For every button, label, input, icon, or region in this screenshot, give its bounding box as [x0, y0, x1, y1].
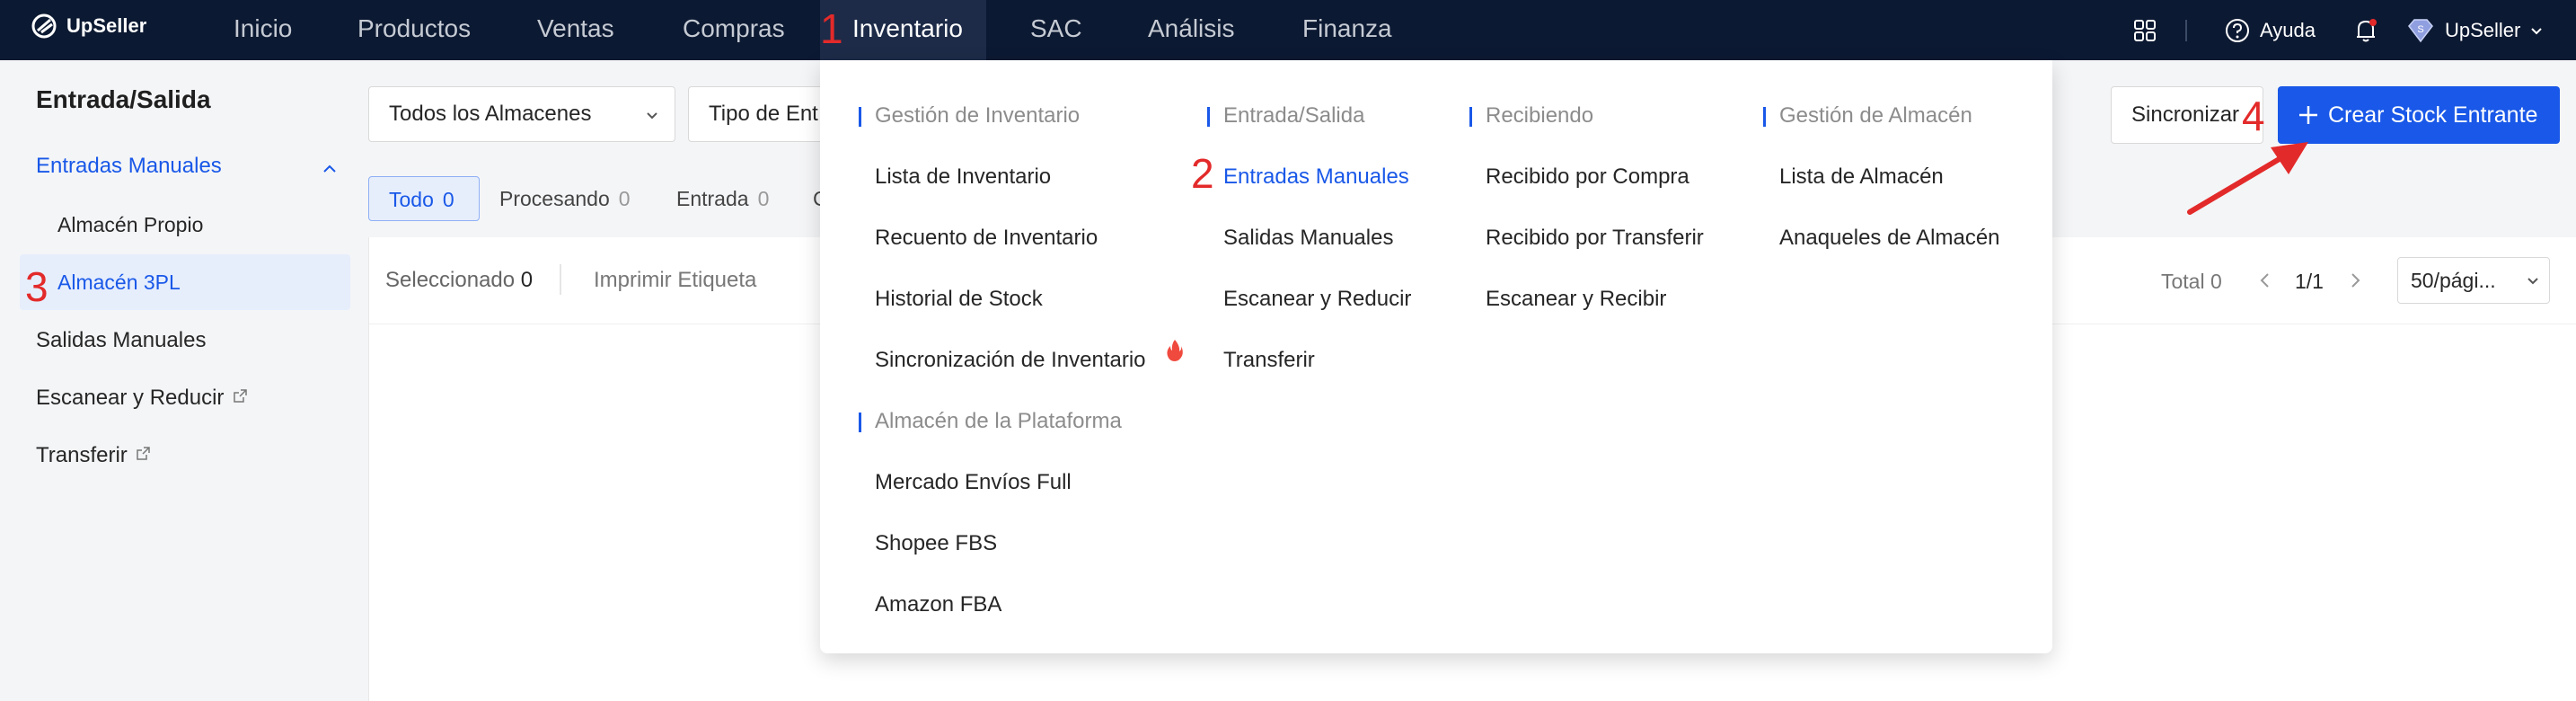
- notifications-button[interactable]: [2353, 0, 2378, 60]
- tab-label: Procesando: [499, 187, 610, 210]
- menu-item-recibido-transferir[interactable]: Recibido por Transferir: [1486, 226, 1704, 251]
- svg-text:S: S: [2417, 24, 2423, 35]
- top-navbar: UpSeller Inicio Productos Ventas Compras…: [0, 0, 2576, 60]
- menu-section-recibiendo: Recibiendo: [1469, 103, 1594, 128]
- tab-label: Todo: [389, 188, 434, 211]
- menu-item-salidas-manuales[interactable]: Salidas Manuales: [1223, 226, 1393, 251]
- inventario-dropdown-menu: Gestión de Inventario Lista de Inventari…: [820, 60, 2052, 653]
- nav-analisis[interactable]: Análisis: [1148, 0, 1234, 60]
- plus-icon: [2299, 106, 2317, 124]
- menu-section-gestion-almacen: Gestión de Almacén: [1763, 103, 1972, 128]
- page-size-value: 50/pági...: [2411, 269, 2496, 292]
- sidebar-title: Entrada/Salida: [36, 85, 211, 113]
- warehouse-select-value: Todos los Almacenes: [389, 102, 592, 126]
- menu-item-lista-inventario[interactable]: Lista de Inventario: [875, 164, 1051, 190]
- upseller-logo-icon: [31, 13, 57, 39]
- warehouse-select[interactable]: Todos los Almacenes: [368, 86, 675, 142]
- hot-flame-icon: [1167, 340, 1183, 361]
- nav-finanza[interactable]: Finanza: [1302, 0, 1392, 60]
- annotation-arrow-icon: [2187, 142, 2308, 215]
- menu-section-almacen-plataforma: Almacén de la Plataforma: [859, 409, 1122, 433]
- menu-item-entradas-manuales[interactable]: Entradas Manuales: [1223, 164, 1409, 190]
- nav-inicio[interactable]: Inicio: [234, 0, 292, 60]
- print-label-button[interactable]: Imprimir Etiqueta: [594, 268, 756, 293]
- chevron-down-icon: [2531, 27, 2543, 34]
- nav-compras[interactable]: Compras: [683, 0, 785, 60]
- menu-item-escanear-reducir[interactable]: Escanear y Reducir: [1223, 287, 1411, 312]
- menu-item-recibido-compra[interactable]: Recibido por Compra: [1486, 164, 1689, 190]
- menu-item-escanear-recibir[interactable]: Escanear y Recibir: [1486, 287, 1666, 312]
- apps-grid-icon: [2134, 19, 2156, 41]
- brand-name: UpSeller: [66, 14, 147, 37]
- menu-section-gestion-inventario: Gestión de Inventario: [858, 103, 1081, 128]
- nav-productos[interactable]: Productos: [357, 0, 471, 60]
- tab-count: 0: [757, 187, 770, 210]
- tab-procesando[interactable]: Procesando 0: [499, 176, 631, 221]
- diamond-avatar-icon: S: [2408, 18, 2433, 42]
- bell-icon: [2357, 18, 2377, 41]
- external-link-icon: [137, 447, 151, 460]
- chevron-down-icon: [647, 112, 657, 120]
- chevron-up-icon[interactable]: [320, 159, 340, 179]
- sidebar-item-entradas-manuales[interactable]: Entradas Manuales: [36, 154, 222, 179]
- user-menu[interactable]: S UpSeller: [2405, 0, 2544, 60]
- nav-inventario[interactable]: Inventario: [820, 0, 986, 60]
- menu-item-label: Sincronización de Inventario: [875, 348, 1146, 372]
- selected-label: Seleccionado 0: [385, 268, 534, 292]
- menu-section-entrada-salida: Entrada/Salida: [1206, 103, 1365, 128]
- page-indicator: 1/1: [2295, 270, 2324, 293]
- menu-item-anaqueles-almacen[interactable]: Anaqueles de Almacén: [1779, 226, 2000, 251]
- page-size-select[interactable]: 50/pági...: [2397, 257, 2550, 304]
- menu-item-recuento-inventario[interactable]: Recuento de Inventario: [875, 226, 1098, 251]
- sidebar-item-almacen-propio[interactable]: Almacén Propio: [57, 213, 203, 237]
- brand-logo[interactable]: UpSeller: [31, 13, 146, 40]
- user-name: UpSeller: [2445, 18, 2521, 41]
- create-inbound-label: Crear Stock Entrante: [2328, 102, 2538, 128]
- annotation-step-3: 3: [25, 263, 49, 310]
- chevron-down-icon: [2527, 278, 2538, 285]
- help-button[interactable]: Ayuda: [2224, 0, 2316, 60]
- apps-button[interactable]: [2132, 0, 2157, 60]
- sidebar-item-label: Escanear y Reducir: [36, 386, 225, 410]
- menu-item-lista-almacen[interactable]: Lista de Almacén: [1779, 164, 1944, 190]
- sidebar: Entrada/Salida Entradas Manuales Almacén…: [0, 60, 359, 701]
- menu-item-historial-stock[interactable]: Historial de Stock: [875, 287, 1043, 312]
- menu-item-mercado-envios-full[interactable]: Mercado Envíos Full: [875, 470, 1072, 495]
- entry-type-select-value: Tipo de Ent: [709, 102, 818, 126]
- help-label: Ayuda: [2260, 18, 2316, 41]
- menu-item-amazon-fba[interactable]: Amazon FBA: [875, 592, 1001, 617]
- sidebar-item-label: Transferir: [36, 443, 128, 467]
- menu-item-sincronizacion-inventario[interactable]: Sincronización de Inventario: [875, 340, 1183, 373]
- tab-todo[interactable]: Todo 0: [368, 176, 480, 221]
- annotation-step-1: 1: [820, 5, 843, 52]
- sidebar-item-transferir[interactable]: Transferir: [36, 443, 151, 468]
- nav-ventas[interactable]: Ventas: [537, 0, 614, 60]
- nav-sac[interactable]: SAC: [1030, 0, 1082, 60]
- help-icon: [2226, 18, 2249, 42]
- menu-item-transferir[interactable]: Transferir: [1223, 348, 1315, 373]
- sidebar-item-salidas-manuales[interactable]: Salidas Manuales: [36, 328, 206, 353]
- create-inbound-button[interactable]: Crear Stock Entrante: [2278, 86, 2560, 144]
- external-link-icon: [234, 389, 247, 403]
- prev-page-icon[interactable]: [2255, 270, 2275, 291]
- tab-entrada[interactable]: Entrada 0: [676, 176, 769, 221]
- annotation-step-2: 2: [1191, 150, 1214, 197]
- sidebar-item-escanear-reducir[interactable]: Escanear y Reducir: [36, 386, 247, 411]
- menu-item-shopee-fbs[interactable]: Shopee FBS: [875, 531, 997, 556]
- sidebar-item-almacen-3pl[interactable]: Almacén 3PL: [57, 271, 181, 295]
- tab-count: 0: [442, 188, 454, 211]
- toolbar-divider: [560, 264, 561, 295]
- tab-count: 0: [618, 187, 631, 210]
- total-count: Total 0: [2161, 270, 2222, 293]
- next-page-icon[interactable]: [2345, 270, 2365, 291]
- annotation-step-4: 4: [2242, 93, 2265, 139]
- tab-label: Entrada: [676, 187, 749, 210]
- topbar-divider: [2185, 20, 2187, 41]
